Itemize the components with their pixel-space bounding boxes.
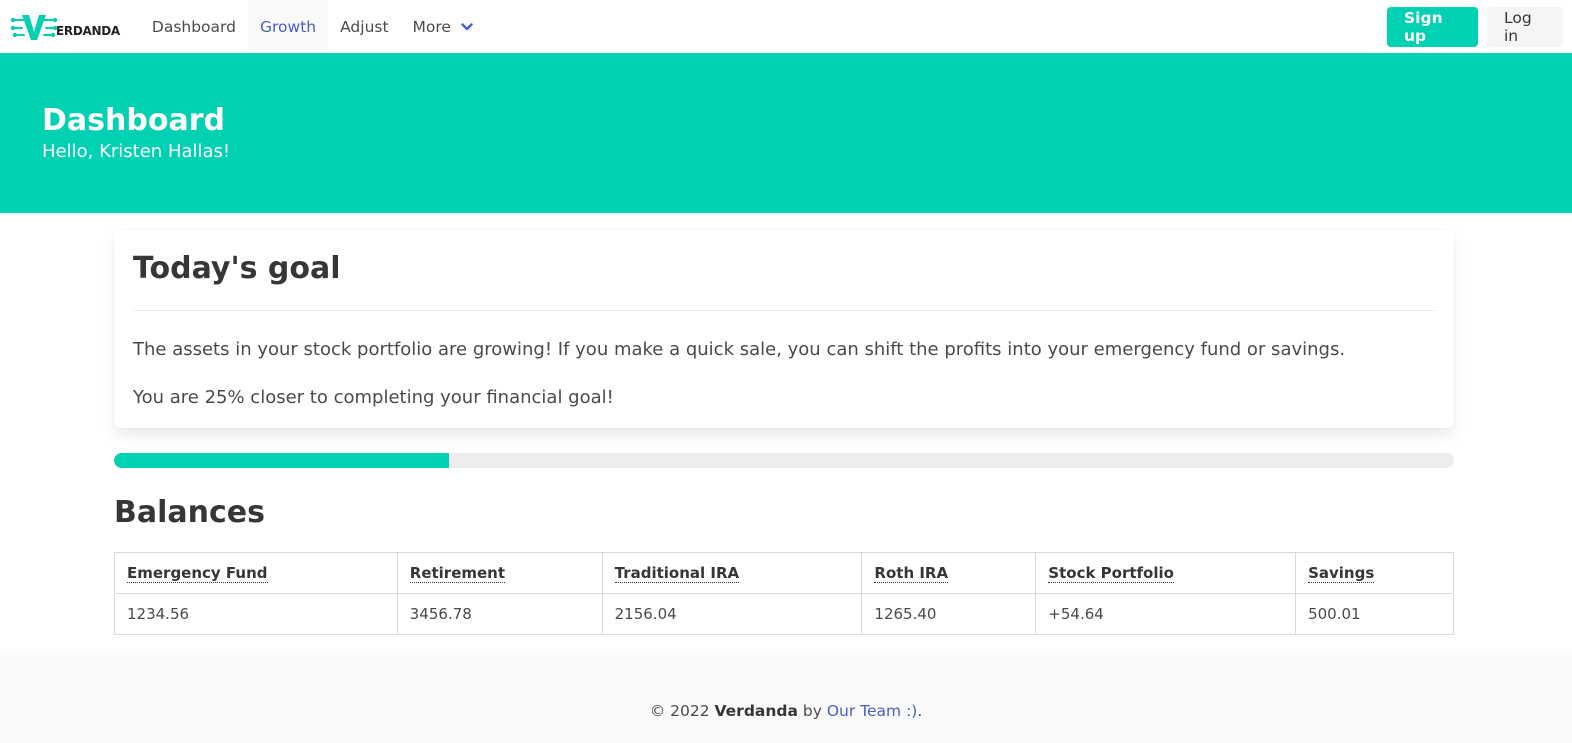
goal-progress-fill [114, 453, 449, 468]
column-header: Savings [1295, 552, 1454, 594]
signup-button[interactable]: Sign up [1387, 6, 1478, 47]
footer-period: . [917, 702, 923, 720]
column-header: Retirement [396, 552, 603, 594]
balance-roth-ira: 1265.40 [861, 593, 1037, 635]
goal-message: The assets in your stock portfolio are g… [133, 339, 1346, 360]
column-header: Emergency Fund [114, 552, 398, 594]
goal-progress-bar [114, 453, 1454, 468]
balance-savings: 500.01 [1295, 593, 1454, 635]
nav-item-more-label: More [412, 17, 451, 36]
table-header-row: Emergency Fund Retirement Traditional IR… [114, 552, 1454, 594]
nav-item-adjust[interactable]: Adjust [328, 0, 400, 53]
chevron-down-icon [461, 22, 473, 31]
abbr-retirement: Retirement [409, 564, 506, 583]
footer-by: by [802, 702, 822, 720]
balance-emergency-fund: 1234.56 [114, 593, 398, 635]
abbr-traditional-ira: Traditional IRA [614, 564, 740, 583]
balances-title: Balances [114, 495, 265, 530]
brand-text: ERDANDA [56, 23, 120, 38]
nav-item-dashboard[interactable]: Dashboard [140, 0, 248, 53]
goal-divider [133, 310, 1435, 311]
goal-title: Today's goal [133, 251, 341, 286]
footer-brand: Verdanda [714, 702, 798, 720]
navbar-actions: Sign up Log in [1387, 0, 1572, 53]
brand-logo[interactable]: ERDANDA [0, 0, 140, 53]
nav-item-growth[interactable]: Growth [247, 0, 329, 53]
footer: © 2022 Verdanda by Our Team :). [0, 651, 1572, 743]
page-title: Dashboard [42, 103, 225, 138]
footer-copyright: © 2022 [649, 702, 710, 720]
login-button[interactable]: Log in [1487, 6, 1563, 47]
hero-banner: Dashboard Hello, Kristen Hallas! [0, 53, 1572, 213]
column-header: Traditional IRA [601, 552, 863, 594]
goal-card: Today's goal The assets in your stock po… [114, 230, 1454, 428]
balance-retirement: 3456.78 [396, 593, 603, 635]
table-row: 1234.56 3456.78 2156.04 1265.40 +54.64 5… [114, 593, 1454, 635]
abbr-savings: Savings [1308, 564, 1375, 583]
goal-progress-text: You are 25% closer to completing your fi… [133, 387, 614, 408]
balance-stock-portfolio: +54.64 [1035, 593, 1297, 635]
balance-traditional-ira: 2156.04 [601, 593, 863, 635]
abbr-emergency-fund: Emergency Fund [127, 564, 268, 583]
abbr-stock-portfolio: Stock Portfolio [1048, 564, 1174, 583]
greeting-subtitle: Hello, Kristen Hallas! [42, 141, 231, 162]
column-header: Stock Portfolio [1035, 552, 1297, 594]
column-header: Roth IRA [861, 552, 1037, 594]
verdanda-logo-icon [10, 12, 58, 42]
nav-item-more[interactable]: More [401, 0, 485, 53]
balances-table: Emergency Fund Retirement Traditional IR… [114, 552, 1454, 635]
team-link[interactable]: Our Team :) [827, 702, 918, 720]
abbr-roth-ira: Roth IRA [874, 564, 949, 583]
navbar: ERDANDA Dashboard Growth Adjust More Sig… [0, 0, 1572, 53]
